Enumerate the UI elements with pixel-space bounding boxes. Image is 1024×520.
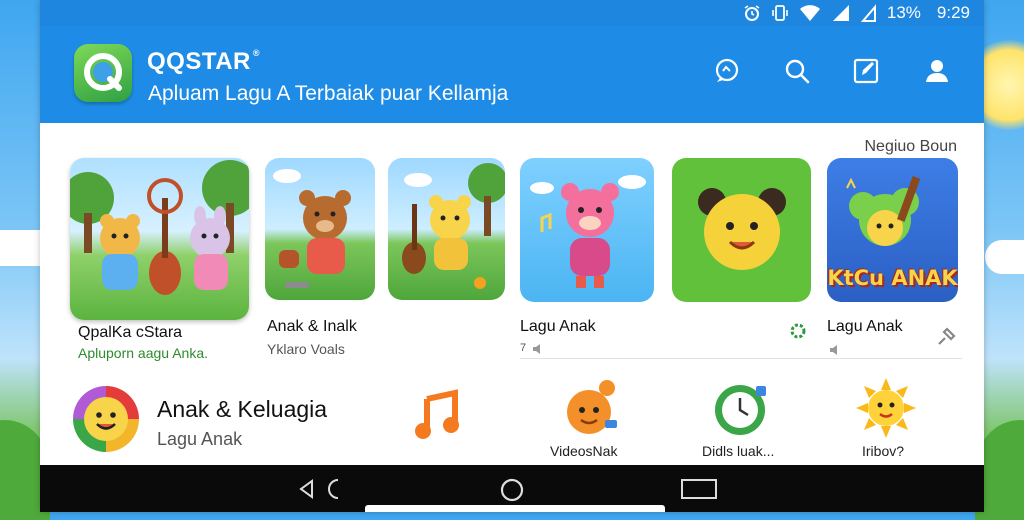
brand-name: QQSTAR ® <box>147 48 260 76</box>
content-area: Negiuo Boun QpalKa cStara Apluporn aagu … <box>40 123 984 465</box>
app-bar-actions <box>710 54 954 88</box>
music-note-icon <box>415 389 459 439</box>
card-divider <box>520 358 962 359</box>
edit-icon <box>853 58 879 84</box>
card-thumbnail <box>520 158 654 302</box>
card-title: Anak & Inalk <box>267 318 357 335</box>
pink-bear-image <box>530 175 646 288</box>
battery-text: 13% <box>886 3 921 22</box>
vibrate-icon <box>771 4 789 22</box>
video-item[interactable]: VideosNak <box>550 376 645 466</box>
clock-item-label: Didls luak... <box>702 443 775 459</box>
brown-bear-image <box>273 169 351 288</box>
clock: 9:29 <box>936 3 970 22</box>
app-subtitle: Apluam Lagu A Terbaiak puar Kellamja <box>148 82 509 105</box>
sun-icon <box>856 378 916 438</box>
back-icon[interactable] <box>298 477 348 501</box>
background-cloud <box>985 240 1024 274</box>
category-title[interactable]: Anak & Keluagia <box>157 396 327 423</box>
clock-icon <box>715 385 766 435</box>
recents-icon[interactable] <box>680 477 720 501</box>
bear-bunny-guitar-image <box>70 160 249 295</box>
card-badge: KtCu ANAK <box>827 266 958 290</box>
speaker-icon <box>533 344 540 354</box>
app-bar: QQSTAR ® Apluam Lagu A Terbaiak puar Kell… <box>40 26 984 123</box>
video-item-label: VideosNak <box>550 443 618 459</box>
signal-icon <box>860 4 877 22</box>
wifi-icon <box>799 4 821 22</box>
smiley-icon <box>84 397 128 441</box>
brand-text: QQSTAR <box>147 48 251 75</box>
card-subtitle: Yklaro Voals <box>267 341 345 357</box>
card-thumbnail <box>70 158 249 320</box>
alarm-icon <box>743 4 761 22</box>
brand-mark: ® <box>252 48 261 58</box>
share-icon[interactable] <box>788 321 808 341</box>
category-subtitle: Lagu Anak <box>157 429 243 449</box>
profile-icon <box>926 60 948 82</box>
search-button[interactable] <box>780 54 814 88</box>
card-thumbnail: KtCu ANAK <box>827 158 958 302</box>
home-icon[interactable] <box>499 477 525 503</box>
logo-q-icon <box>84 53 122 91</box>
card-thumbnail <box>388 158 505 300</box>
orange-character-icon <box>567 380 617 434</box>
bear-guitar-image <box>402 163 505 289</box>
sun-item[interactable]: Iribov? <box>848 376 928 466</box>
category-avatar[interactable] <box>73 386 139 452</box>
phone-screen: 13% 9:29 QQSTAR ® Apluam Lagu A Terbaiak … <box>40 0 984 512</box>
card-subtitle: 7 <box>520 342 527 354</box>
search-icon <box>785 59 810 84</box>
pin-icon[interactable] <box>935 326 957 348</box>
home-indicator[interactable] <box>365 505 665 512</box>
chat-icon <box>715 58 739 82</box>
card-thumbnail <box>672 158 811 302</box>
profile-button[interactable] <box>920 54 954 88</box>
speaker-icon <box>830 345 837 355</box>
status-bar: 13% 9:29 <box>40 0 984 26</box>
card-thumbnail <box>265 158 375 300</box>
see-more-link[interactable]: Negiuo Boun <box>864 138 957 156</box>
card-title: QpalKa cStara <box>78 324 183 341</box>
sun-item-label: Iribov? <box>862 443 905 459</box>
clock-item[interactable]: Didls luak... <box>702 380 812 466</box>
edit-button[interactable] <box>850 54 884 88</box>
signal-icon <box>831 4 851 22</box>
card-title: Lagu Anak <box>520 318 596 335</box>
card-subtitle: Apluporn aagu Anka. <box>78 345 208 361</box>
card-title: Lagu Anak <box>827 318 903 335</box>
app-logo[interactable] <box>74 44 132 102</box>
chat-button[interactable] <box>710 54 744 88</box>
music-note-button[interactable] <box>413 389 463 441</box>
yellow-face-image <box>698 188 786 270</box>
